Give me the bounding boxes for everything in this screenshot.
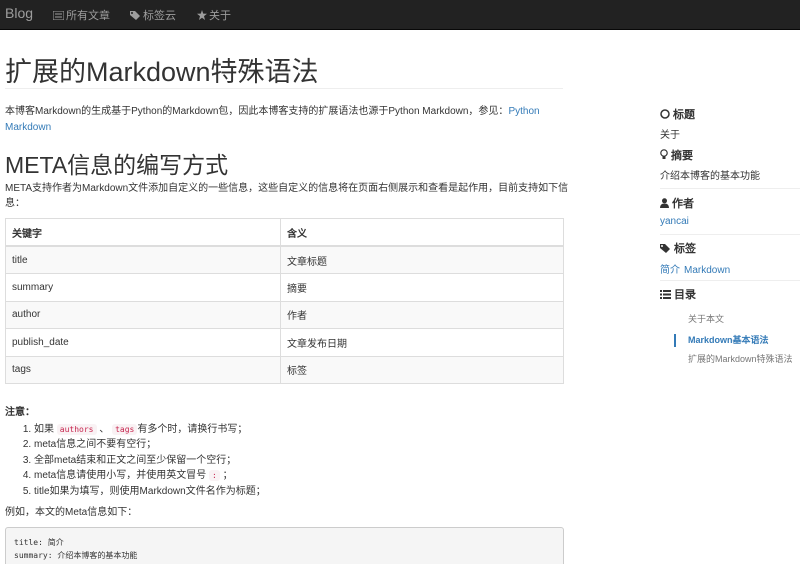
toc-item-extended-markdown[interactable]: 扩展的Markdown特殊语法: [674, 353, 800, 366]
note-text: meta信息请使用小写，并使用英文冒号: [34, 470, 207, 482]
nav-all-posts-label: 所有文章: [66, 10, 110, 22]
table-header-keyword: 关键字: [5, 218, 281, 247]
table-cell: 文章发布日期: [280, 328, 564, 357]
sidebar-summary-label: 摘要: [671, 150, 693, 162]
top-navbar: Blog 所有文章 标签云 关于: [0, 0, 800, 30]
nav-tag-cloud[interactable]: 标签云: [130, 7, 176, 23]
meta-description: META支持作者为Markdown文件添加自定义的一些信息，这些自定义的信息将在…: [5, 183, 569, 209]
list-item: 全部meta结束和正文之间至少保留一个空行；: [34, 453, 574, 468]
note-text: 如果: [34, 424, 54, 435]
list-item: meta信息之间不要有空行；: [34, 437, 574, 452]
tag-link-markdown[interactable]: Markdown: [684, 265, 730, 276]
sidebar-tags-values: 简介 Markdown: [660, 261, 734, 276]
nav-all-posts[interactable]: 所有文章: [52, 7, 110, 23]
table-cell: 作者: [280, 300, 564, 329]
note-text: 有多个时，请换行书写；: [137, 424, 248, 435]
sidebar-author-value: yancai: [660, 216, 693, 227]
note-label: 注意：: [5, 407, 35, 418]
table-row: title 文章标题: [5, 245, 564, 274]
note-text: 、: [99, 424, 110, 435]
tags-icon: [660, 244, 670, 253]
lightbulb-icon: [660, 149, 668, 159]
list-item: title如果为填写，则使用Markdown文件名作为标题；: [34, 484, 574, 499]
table-row: publish_date 文章发布日期: [5, 328, 564, 357]
sidebar-toc-label: 目录: [674, 289, 696, 301]
table-row: summary 摘要: [5, 273, 564, 302]
sidebar-title-value: 关于: [660, 130, 680, 141]
code-line: title: 简介: [14, 538, 64, 547]
table-cell: 标签: [280, 355, 564, 384]
intro-text: 本博客Markdown的生成基于Python的Markdown包，因此本博客支持…: [5, 106, 509, 117]
sidebar-toc-heading: 目录: [660, 286, 696, 302]
sidebar-summary-value: 介绍本博客的基本功能: [660, 171, 760, 182]
nav-tag-cloud-label: 标签云: [143, 10, 176, 22]
sidebar-summary-heading: 摘要: [660, 147, 693, 163]
table-header-meaning: 含义: [280, 218, 564, 247]
intro-paragraph: 本博客Markdown的生成基于Python的Markdown包，因此本博客支持…: [5, 104, 565, 136]
toc-item-about[interactable]: 关于本文: [674, 313, 800, 326]
note-text: ；: [222, 470, 233, 482]
nav-about[interactable]: 关于: [197, 7, 231, 23]
table-of-contents: 关于本文 Markdown基本语法 扩展的Markdown特殊语法: [674, 313, 800, 366]
sidebar-divider: [660, 234, 800, 235]
user-icon: [660, 198, 669, 208]
table-cell: title: [5, 245, 281, 274]
table-cell: tags: [5, 355, 281, 384]
sidebar-author-label: 作者: [672, 198, 694, 210]
nav-about-label: 关于: [209, 10, 231, 22]
list-icon: [660, 290, 671, 299]
meta-keyword-table: 关键字 含义 title 文章标题 summary 摘要 author 作者 publ…: [5, 218, 564, 384]
meta-code-block: title: 简介 summary: 介绍本博客的基本功能: [5, 527, 564, 564]
code-tags: tags: [112, 424, 138, 435]
table-cell: summary: [5, 273, 281, 302]
list-item: meta信息请使用小写，并使用英文冒号 : ；: [34, 468, 574, 483]
list-icon: [52, 10, 65, 21]
page-title: 扩展的Markdown特殊语法: [5, 57, 319, 87]
example-text: 例如，本文的Meta信息如下：: [5, 507, 138, 518]
sidebar-title-label: 标题: [673, 109, 695, 121]
section-heading-meta: META信息的编写方式: [5, 152, 229, 178]
toc-item-markdown-basic[interactable]: Markdown基本语法: [674, 334, 800, 347]
table-cell: 文章标题: [280, 245, 564, 274]
author-link[interactable]: yancai: [660, 216, 689, 227]
sidebar-divider: [660, 280, 800, 281]
title-divider: [5, 88, 563, 89]
table-cell: publish_date: [5, 328, 281, 357]
sidebar-tags-label: 标签: [674, 243, 696, 255]
table-header-row: 关键字 含义: [5, 218, 564, 247]
sidebar-tags-heading: 标签: [660, 240, 696, 256]
code-colon: :: [209, 470, 220, 482]
circle-icon: [660, 109, 670, 119]
star-icon: [197, 10, 207, 20]
code-authors: authors: [56, 424, 97, 435]
table-row: tags 标签: [5, 355, 564, 384]
sidebar-divider: [660, 188, 800, 189]
tag-link-intro[interactable]: 简介: [660, 265, 680, 276]
table-row: author 作者: [5, 300, 564, 329]
tags-icon: [130, 11, 140, 20]
list-item: 如果 authors 、 tags有多个时，请换行书写；: [34, 422, 574, 437]
code-line: summary: 介绍本博客的基本功能: [14, 551, 138, 560]
table-cell: 摘要: [280, 273, 564, 302]
sidebar-title-heading: 标题: [660, 106, 695, 122]
table-cell: author: [5, 300, 281, 329]
notes-list: 如果 authors 、 tags有多个时，请换行书写； meta信息之间不要有…: [34, 422, 574, 499]
brand-link[interactable]: Blog: [5, 5, 33, 21]
sidebar-author-heading: 作者: [660, 195, 694, 211]
